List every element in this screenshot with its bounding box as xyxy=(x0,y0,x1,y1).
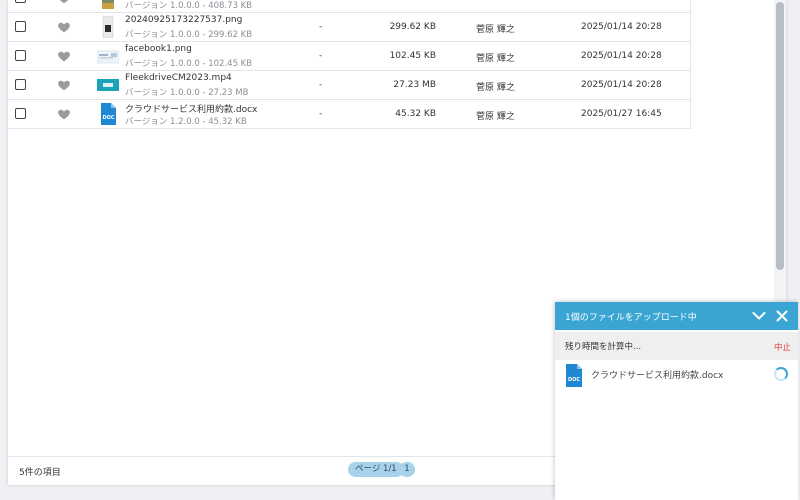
table-row[interactable]: FleekdriveCM2023.mp4 バージョン 1.0.0.0 - 27.… xyxy=(8,71,690,100)
doc-file-icon: DOC xyxy=(566,364,582,387)
scrollbar-thumb[interactable] xyxy=(776,2,784,270)
file-owner: 菅原 輝之 xyxy=(476,54,515,64)
row-checkbox[interactable] xyxy=(15,21,26,32)
file-table: バージョン 1.0.0.0 - 408.73 KB 20240925173227… xyxy=(8,0,691,129)
favorite-heart-icon[interactable] xyxy=(57,20,71,34)
file-version: バージョン 1.0.0.0 - 102.45 KB xyxy=(125,59,253,69)
file-extra: - xyxy=(319,109,323,119)
file-size: 102.45 KB xyxy=(389,51,436,61)
phone-image-thumbnail xyxy=(102,16,114,38)
file-date: 2025/01/14 20:28 xyxy=(581,51,662,61)
favorite-heart-icon[interactable] xyxy=(57,107,71,121)
file-extra: - xyxy=(319,22,323,32)
svg-text:DOC: DOC xyxy=(102,115,114,121)
video-thumbnail xyxy=(97,79,119,91)
file-size: 45.32 KB xyxy=(395,109,436,119)
favorite-heart-icon[interactable] xyxy=(57,49,71,63)
upload-status-text: 残り時間を計算中... xyxy=(565,342,642,352)
file-owner: 菅原 輝之 xyxy=(476,25,515,35)
web-image-thumbnail xyxy=(97,50,119,64)
row-checkbox[interactable] xyxy=(15,0,26,3)
svg-text:DOC: DOC xyxy=(568,377,580,383)
upload-status-bar: 残り時間を計算中... 中止 xyxy=(555,332,798,360)
file-date: 2025/01/27 16:45 xyxy=(581,109,662,119)
row-checkbox[interactable] xyxy=(15,50,26,61)
file-name-link[interactable]: 20240925173227537.png xyxy=(125,15,242,25)
favorite-heart-icon[interactable] xyxy=(57,78,71,92)
upload-file-name: クラウドサービス利用約款.docx xyxy=(591,371,724,381)
file-date: 2025/01/14 20:28 xyxy=(581,80,662,90)
file-size: 299.62 KB xyxy=(389,22,436,32)
loading-spinner-icon xyxy=(774,367,788,381)
table-row[interactable]: 20240925173227537.png バージョン 1.0.0.0 - 29… xyxy=(8,13,690,42)
cancel-upload-button[interactable]: 中止 xyxy=(774,341,791,353)
file-version: バージョン 1.0.0.0 - 408.73 KB xyxy=(125,1,253,11)
item-count: 5件の項目 xyxy=(19,468,61,478)
doc-file-icon: DOC xyxy=(101,103,116,125)
row-checkbox[interactable] xyxy=(15,79,26,90)
file-size: 27.23 MB xyxy=(393,80,436,90)
file-name-link[interactable]: FleekdriveCM2023.mp4 xyxy=(125,73,232,83)
file-date: 2025/01/14 20:28 xyxy=(581,22,662,32)
row-checkbox[interactable] xyxy=(15,108,26,119)
page-number-button[interactable]: 1 xyxy=(399,462,415,477)
upload-header: 1個のファイルをアップロード中 xyxy=(555,302,798,330)
table-row[interactable]: バージョン 1.0.0.0 - 408.73 KB xyxy=(8,0,690,13)
file-extra: - xyxy=(319,80,323,90)
close-icon[interactable] xyxy=(776,310,788,322)
table-row[interactable]: facebook1.png バージョン 1.0.0.0 - 102.45 KB … xyxy=(8,42,690,71)
page-indicator: ページ 1/1 xyxy=(348,462,404,477)
chevron-down-icon[interactable] xyxy=(752,311,766,321)
image-thumbnail xyxy=(102,0,114,9)
file-owner: 菅原 輝之 xyxy=(476,83,515,93)
file-version: バージョン 1.0.0.0 - 27.23 MB xyxy=(125,88,249,98)
file-version: バージョン 1.0.0.0 - 299.62 KB xyxy=(125,30,253,40)
upload-progress-panel: 1個のファイルをアップロード中 残り時間を計算中... 中止 DOC クラウドサ… xyxy=(555,302,798,500)
file-name-link[interactable]: facebook1.png xyxy=(125,44,192,54)
file-owner: 菅原 輝之 xyxy=(476,112,515,122)
upload-title: 1個のファイルをアップロード中 xyxy=(565,313,697,323)
file-extra: - xyxy=(319,51,323,61)
upload-item: DOC クラウドサービス利用約款.docx xyxy=(555,360,798,392)
table-row[interactable]: DOC クラウドサービス利用約款.docx バージョン 1.2.0.0 - 45… xyxy=(8,100,690,129)
file-name-link[interactable]: クラウドサービス利用約款.docx xyxy=(125,102,257,115)
file-version: バージョン 1.2.0.0 - 45.32 KB xyxy=(125,117,247,127)
favorite-heart-icon[interactable] xyxy=(57,0,71,5)
